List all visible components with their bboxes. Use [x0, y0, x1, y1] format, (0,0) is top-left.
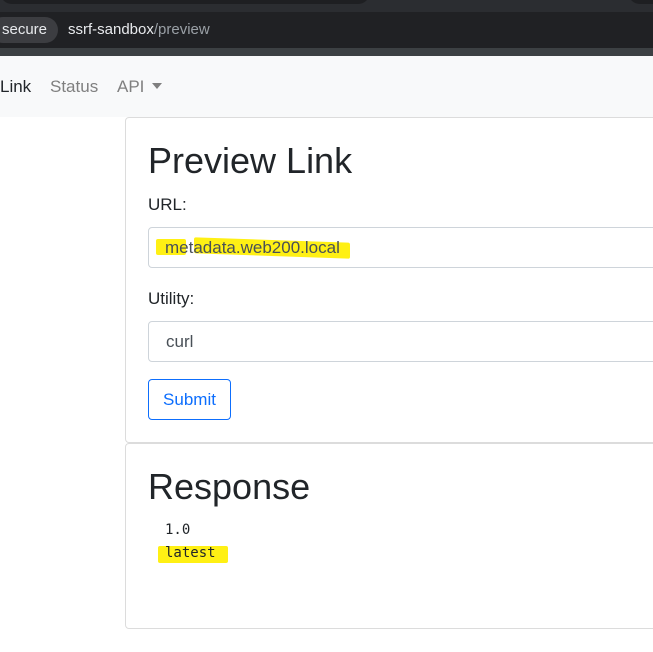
utility-label: Utility: [148, 289, 195, 308]
utility-input[interactable] [148, 321, 653, 362]
response-line: 1.0 [165, 522, 191, 538]
nav-link-api-label: API [117, 77, 145, 96]
navbar: Link Status API [0, 56, 653, 117]
secure-badge[interactable]: secure [0, 17, 58, 43]
response-title: Response [148, 466, 311, 507]
url-host: ssrf-sandbox [68, 21, 154, 38]
nav-link-link[interactable]: Link [0, 76, 31, 98]
address-bar[interactable]: secure ssrf-sandbox/preview [0, 12, 653, 48]
response-line: latest [158, 542, 228, 565]
chrome-divider [0, 48, 653, 56]
browser-tab-strip [0, 0, 653, 12]
nav-link-api-dropdown[interactable]: API [117, 76, 163, 98]
browser-tab[interactable] [0, 0, 370, 4]
url-input[interactable] [148, 227, 653, 268]
url-path: /preview [153, 21, 210, 38]
preview-card: Preview Link URL: metadata.web200.local … [125, 117, 653, 443]
preview-title: Preview Link [148, 140, 353, 181]
nav-link-status[interactable]: Status [50, 76, 98, 98]
caret-down-icon [152, 83, 163, 89]
submit-button[interactable]: Submit [148, 379, 231, 420]
response-card: Response 1.0 latest [125, 443, 653, 629]
address-url[interactable]: ssrf-sandbox/preview [68, 17, 210, 43]
url-label: URL: [148, 195, 187, 214]
browser-tab-right[interactable] [628, 0, 653, 4]
response-output: 1.0 latest [158, 519, 228, 565]
